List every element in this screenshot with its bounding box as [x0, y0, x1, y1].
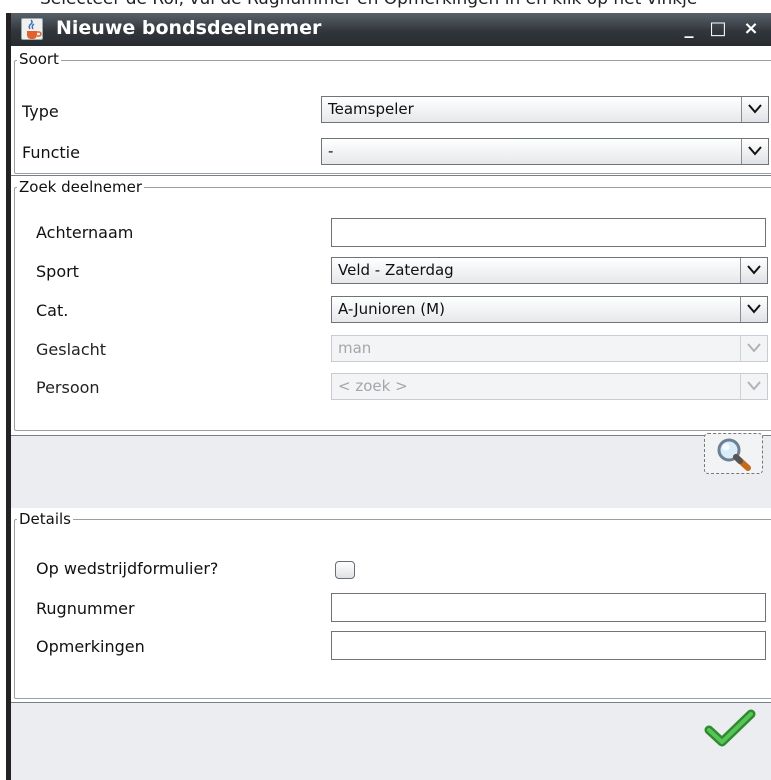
- persoon-label: Persoon: [36, 378, 100, 397]
- sport-label: Sport: [36, 262, 79, 281]
- type-label: Type: [22, 102, 59, 121]
- rugnummer-label: Rugnummer: [36, 599, 135, 618]
- java-cup-icon: [21, 18, 43, 40]
- opmerkingen-input[interactable]: [331, 631, 766, 660]
- geslacht-select-value: man: [338, 339, 372, 357]
- chevron-down-icon: [740, 374, 767, 399]
- cat-label: Cat.: [36, 301, 69, 320]
- cat-select[interactable]: A-Junioren (M): [331, 296, 768, 323]
- dialog-window: Nieuwe bondsdeelnemer _ □ × Soort Type T…: [6, 13, 771, 780]
- type-select-value: Teamspeler: [328, 100, 414, 118]
- geslacht-select: man: [331, 335, 768, 362]
- functie-select[interactable]: -: [321, 138, 769, 165]
- chevron-down-icon[interactable]: [740, 297, 767, 322]
- persoon-select: < zoek >: [331, 373, 768, 400]
- maximize-button[interactable]: □: [706, 17, 730, 41]
- functie-select-value: -: [328, 142, 334, 160]
- geslacht-label: Geslacht: [36, 340, 107, 359]
- window-title: Nieuwe bondsdeelnemer: [56, 17, 322, 39]
- rugnummer-input[interactable]: [331, 593, 766, 622]
- achternaam-label: Achternaam: [36, 223, 134, 242]
- type-select[interactable]: Teamspeler: [321, 96, 769, 123]
- sport-select[interactable]: Veld - Zaterdag: [331, 257, 768, 284]
- functie-label: Functie: [22, 143, 80, 162]
- sport-select-value: Veld - Zaterdag: [338, 261, 454, 279]
- search-button[interactable]: [704, 433, 763, 474]
- minimize-button[interactable]: _: [677, 17, 701, 41]
- chevron-down-icon[interactable]: [741, 139, 768, 164]
- title-bar[interactable]: Nieuwe bondsdeelnemer _ □ ×: [11, 13, 771, 46]
- soort-legend: Soort: [17, 50, 61, 68]
- magnifier-icon: [717, 438, 751, 471]
- details-panel: Details Op wedstrijdformulier? Rugnummer…: [11, 508, 771, 703]
- details-legend: Details: [17, 510, 74, 528]
- achternaam-input[interactable]: [331, 218, 766, 247]
- wedstrijdformulier-checkbox[interactable]: [335, 561, 355, 579]
- cat-select-value: A-Junioren (M): [338, 300, 445, 318]
- wedstrijd-label: Op wedstrijdformulier?: [36, 559, 219, 578]
- opmerkingen-label: Opmerkingen: [36, 637, 145, 656]
- chevron-down-icon: [740, 336, 767, 361]
- zoek-panel: Zoek deelnemer Achternaam Sport Veld - Z…: [11, 176, 771, 436]
- chevron-down-icon[interactable]: [740, 258, 767, 283]
- chevron-down-icon[interactable]: [741, 97, 768, 122]
- soort-panel: Soort Type Teamspeler Functie -: [11, 46, 771, 176]
- close-button[interactable]: ×: [739, 17, 763, 41]
- persoon-select-value: < zoek >: [338, 377, 408, 395]
- ok-button[interactable]: [703, 706, 757, 750]
- checkmark-icon: [704, 709, 756, 747]
- background-caption: Selecteer de Rol, vul de Rugnummer en Op…: [40, 0, 771, 9]
- zoek-legend: Zoek deelnemer: [17, 178, 145, 196]
